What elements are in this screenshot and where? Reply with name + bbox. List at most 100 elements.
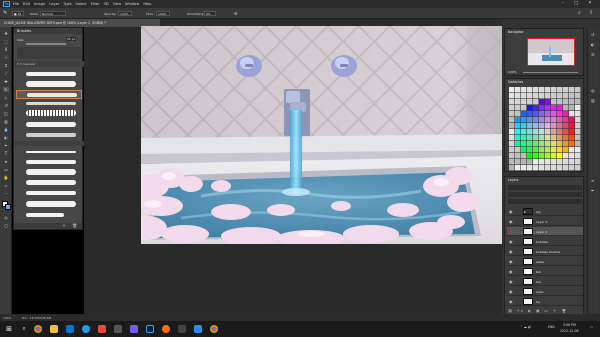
color-swatch[interactable] <box>551 123 557 129</box>
color-swatch[interactable] <box>557 129 563 135</box>
move-tool-icon[interactable]: ✥ <box>3 31 9 36</box>
color-swatch[interactable] <box>575 99 581 105</box>
color-swatch[interactable] <box>575 153 581 159</box>
color-swatch[interactable] <box>563 123 569 129</box>
color-swatch[interactable] <box>551 141 557 147</box>
history-brush-icon[interactable]: ↺ <box>3 103 9 108</box>
color-swatch[interactable] <box>509 111 515 117</box>
color-swatch[interactable] <box>539 141 545 147</box>
color-swatch[interactable] <box>557 111 563 117</box>
color-swatch[interactable] <box>521 147 527 153</box>
color-swatch[interactable] <box>539 117 545 123</box>
color-swatch[interactable] <box>569 141 575 147</box>
layer-row[interactable]: ◉ bg <box>507 297 583 306</box>
color-swatch[interactable] <box>521 111 527 117</box>
color-swatch[interactable] <box>569 99 575 105</box>
color-swatch[interactable] <box>545 159 551 165</box>
brush-preset-row[interactable] <box>16 200 82 209</box>
color-swatch[interactable] <box>569 87 575 93</box>
screen-mode-icon[interactable]: ▢ <box>3 223 9 228</box>
color-swatch[interactable] <box>509 105 515 111</box>
background-color-swatch[interactable] <box>5 204 11 210</box>
color-swatch[interactable] <box>515 117 521 123</box>
brush-preset-row[interactable] <box>16 100 82 109</box>
color-swatch[interactable] <box>551 147 557 153</box>
color-swatch[interactable] <box>551 111 557 117</box>
new-brush-icon[interactable]: ＋ <box>62 223 66 229</box>
color-swatch[interactable] <box>527 93 533 99</box>
color-swatch[interactable] <box>545 129 551 135</box>
smoothing-input[interactable]: 0% <box>204 11 216 16</box>
app-icon-purple[interactable] <box>130 325 138 333</box>
brush-preset-row[interactable] <box>16 70 82 79</box>
color-swatch[interactable] <box>515 123 521 129</box>
color-swatch[interactable] <box>527 123 533 129</box>
color-swatch[interactable] <box>545 99 551 105</box>
color-swatch[interactable] <box>569 159 575 165</box>
color-swatch[interactable] <box>545 123 551 129</box>
eye-icon[interactable]: ◉ <box>509 209 513 214</box>
color-swatch[interactable] <box>569 165 575 171</box>
navigator-preview[interactable] <box>527 38 575 66</box>
color-swatch[interactable] <box>533 99 539 105</box>
brush-preset-row[interactable] <box>16 148 82 157</box>
layer-row[interactable]: ◉ tub <box>507 267 583 276</box>
menu-view[interactable]: View <box>113 2 122 6</box>
color-swatch[interactable] <box>563 99 569 105</box>
color-swatch[interactable] <box>575 129 581 135</box>
notification-icon[interactable]: ▭ <box>590 325 593 329</box>
color-swatch[interactable] <box>527 135 533 141</box>
color-swatch[interactable] <box>527 129 533 135</box>
edge-icon[interactable] <box>82 325 90 333</box>
brush-preset-row[interactable] <box>16 131 82 140</box>
color-swatch[interactable] <box>533 111 539 117</box>
color-swatch[interactable] <box>527 153 533 159</box>
color-swatch[interactable] <box>527 105 533 111</box>
color-swatch[interactable] <box>557 165 563 171</box>
color-swatch[interactable] <box>563 153 569 159</box>
color-swatch[interactable] <box>533 165 539 171</box>
brush-preset-row[interactable] <box>16 211 82 220</box>
color-swatch[interactable] <box>539 93 545 99</box>
navigator-zoom-slider[interactable] <box>523 72 578 73</box>
channels-icon[interactable]: ≡ <box>591 178 594 183</box>
eyedropper-tool-icon[interactable]: ⁄ <box>3 71 9 76</box>
brush-preset-row[interactable] <box>16 189 82 198</box>
color-swatch[interactable] <box>527 117 533 123</box>
color-swatch[interactable] <box>539 165 545 171</box>
color-swatch[interactable] <box>533 117 539 123</box>
color-swatch[interactable] <box>569 111 575 117</box>
color-swatch[interactable] <box>575 117 581 123</box>
color-swatch[interactable] <box>551 87 557 93</box>
color-swatch[interactable] <box>557 123 563 129</box>
color-swatch[interactable] <box>575 105 581 111</box>
gear-icon[interactable]: ⚙ <box>234 11 238 16</box>
color-swatch[interactable] <box>551 165 557 171</box>
color-swatch[interactable] <box>575 111 581 117</box>
color-swatch[interactable] <box>539 129 545 135</box>
color-swatch[interactable] <box>563 117 569 123</box>
gradients-icon[interactable]: ▥ <box>591 98 595 103</box>
color-swatch[interactable] <box>569 129 575 135</box>
color-swatch[interactable] <box>539 99 545 105</box>
color-swatch[interactable] <box>563 87 569 93</box>
color-swatch[interactable] <box>569 105 575 111</box>
chrome-icon[interactable] <box>34 325 42 333</box>
color-swatch[interactable] <box>545 147 551 153</box>
adjustments-icon[interactable]: ◐ <box>591 42 595 47</box>
crop-tool-icon[interactable]: ⌗ <box>3 63 9 68</box>
zoom-tool-icon[interactable]: ⌕ <box>3 183 9 188</box>
clock-time[interactable]: 3:06 PM <box>563 323 576 327</box>
more-tools-icon[interactable]: ⋯ <box>3 191 9 196</box>
shape-tool-icon[interactable]: ▭ <box>3 167 9 172</box>
color-swatch-grid[interactable] <box>508 87 582 171</box>
marquee-tool-icon[interactable]: ⬚ <box>3 39 9 44</box>
color-swatch[interactable] <box>521 117 527 123</box>
color-swatch[interactable] <box>575 93 581 99</box>
blur-tool-icon[interactable]: 💧 <box>3 127 9 132</box>
color-swatch[interactable] <box>539 147 545 153</box>
steam-icon[interactable] <box>114 325 122 333</box>
color-swatch[interactable] <box>521 99 527 105</box>
menu-image[interactable]: Image <box>34 2 45 6</box>
color-swatch[interactable] <box>557 99 563 105</box>
